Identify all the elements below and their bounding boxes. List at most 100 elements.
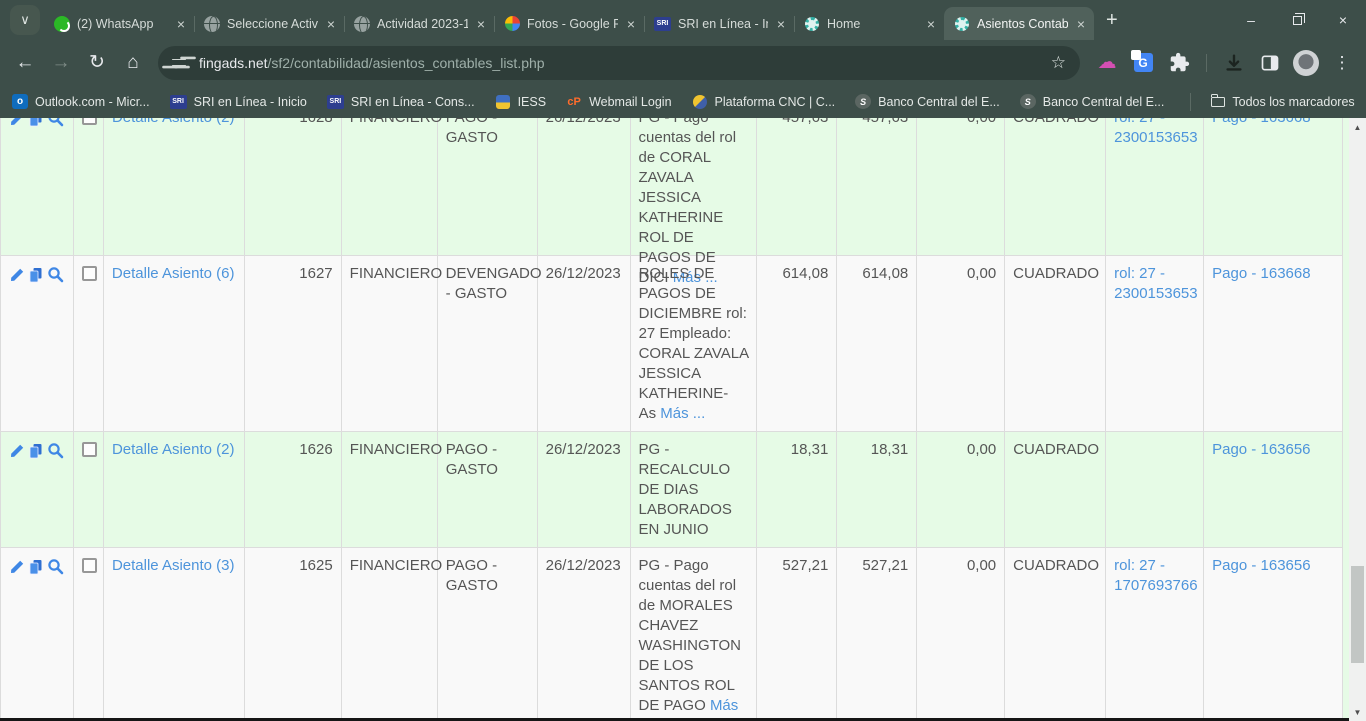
view-icon[interactable] (47, 266, 64, 283)
minimize-button[interactable]: – (1228, 0, 1274, 40)
copy-icon[interactable] (28, 443, 44, 459)
profile-avatar[interactable] (1291, 48, 1321, 78)
fecha: 26/12/2023 (538, 432, 631, 547)
bookmark-label: IESS (518, 95, 547, 109)
tab-label: Seleccione Activ (227, 17, 318, 31)
tab-close-icon[interactable]: × (1075, 17, 1087, 31)
bookmark-star-icon[interactable]: ☆ (1051, 53, 1066, 73)
bookmark-outlook[interactable]: o Outlook.com - Micr... (12, 94, 150, 109)
debe: 527,21 (757, 548, 837, 721)
window-controls: – × (1228, 0, 1366, 40)
tab-whatsapp[interactable]: (2) WhatsApp × (44, 7, 194, 40)
edit-icon[interactable] (9, 559, 25, 575)
detalle-asiento-link[interactable]: Detalle Asiento (3) (112, 557, 235, 574)
tab-close-icon[interactable]: × (775, 17, 787, 31)
close-button[interactable]: × (1320, 0, 1366, 40)
tab-search-button[interactable]: ∨ (10, 5, 40, 35)
pago-link[interactable]: Pago - 163668 (1212, 265, 1310, 282)
scrollbar-thumb[interactable] (1351, 566, 1364, 663)
bookmark-label: SRI en Línea - Inicio (194, 95, 307, 109)
home-button[interactable]: ⌂ (116, 46, 150, 80)
copy-icon[interactable] (28, 118, 44, 127)
outlook-icon: o (12, 94, 28, 109)
vertical-scrollbar[interactable]: ▲ ▼ (1349, 118, 1366, 721)
rol-link[interactable]: rol: 27 - 2300153653 (1114, 265, 1197, 302)
url-host: fingads.net (199, 55, 268, 71)
bookmark-banco-central-2[interactable]: S Banco Central del E... (1020, 94, 1165, 109)
fingads-icon (804, 16, 820, 32)
diferencia: 0,00 (917, 256, 1005, 431)
menu-kebab-icon[interactable]: ⋮ (1327, 48, 1357, 78)
edit-icon[interactable] (9, 267, 25, 283)
tab-asientos-contables-active[interactable]: Asientos Contab × (944, 7, 1094, 40)
view-icon[interactable] (47, 118, 64, 127)
iess-icon (495, 94, 511, 110)
scroll-down-icon[interactable]: ▼ (1349, 705, 1366, 719)
pago-link[interactable]: Pago - 163668 (1212, 118, 1310, 126)
downloads-icon[interactable] (1219, 48, 1249, 78)
bookmark-webmail[interactable]: cP Webmail Login (566, 94, 671, 110)
tab-seleccione-actividad[interactable]: Seleccione Activ × (194, 7, 344, 40)
copy-icon[interactable] (28, 559, 44, 575)
address-bar[interactable]: fingads.net/sf2/contabilidad/asientos_co… (158, 46, 1080, 80)
view-icon[interactable] (47, 558, 64, 575)
detalle-asiento-link[interactable]: Detalle Asiento (2) (112, 118, 235, 126)
reload-button[interactable]: ↻ (80, 46, 114, 80)
copy-icon[interactable] (28, 267, 44, 283)
chevron-down-icon: ∨ (20, 12, 30, 28)
descripcion: PG - RECALCULO DE DIAS LABORADOS EN JUNI… (639, 441, 732, 538)
fecha: 26/12/2023 (538, 256, 631, 431)
back-button[interactable]: ← (8, 46, 42, 80)
edit-icon[interactable] (9, 118, 25, 127)
bookmark-sri-consultas[interactable]: SRI SRI en Línea - Cons... (327, 95, 475, 109)
tab-home[interactable]: Home × (794, 7, 944, 40)
bookmark-sri-inicio[interactable]: SRI SRI en Línea - Inicio (170, 95, 307, 109)
tab-fotos-google[interactable]: Fotos - Google F × (494, 7, 644, 40)
rol-link[interactable]: rol: 27 - 2300153653 (1114, 118, 1197, 146)
mas-link[interactable]: Más ... (660, 405, 705, 422)
cloud-extension-icon[interactable]: ☁ (1092, 48, 1122, 78)
bookmark-label: Plataforma CNC | C... (715, 95, 836, 109)
bookmark-iess[interactable]: IESS (495, 94, 547, 110)
modulo: FINANCIERO (342, 256, 438, 431)
bookmarks-bar: o Outlook.com - Micr... SRI SRI en Línea… (0, 85, 1366, 118)
translate-icon[interactable]: G (1128, 48, 1158, 78)
rol-link[interactable]: rol: 27 - 1707693766 (1114, 557, 1197, 594)
debe: 614,08 (757, 256, 837, 431)
pago-link[interactable]: Pago - 163656 (1212, 441, 1310, 458)
tab-close-icon[interactable]: × (175, 17, 187, 31)
forward-button[interactable]: → (44, 46, 78, 80)
tab-close-icon[interactable]: × (925, 17, 937, 31)
url-text[interactable]: fingads.net/sf2/contabilidad/asientos_co… (199, 55, 1040, 71)
scroll-up-icon[interactable]: ▲ (1349, 120, 1366, 134)
tab-close-icon[interactable]: × (325, 17, 337, 31)
detalle-asiento-link[interactable]: Detalle Asiento (6) (112, 265, 235, 282)
browser-window: ∨ (2) WhatsApp × Seleccione Activ × Acti… (0, 0, 1366, 721)
new-tab-button[interactable]: + (1094, 9, 1130, 32)
detalle-asiento-link[interactable]: Detalle Asiento (2) (112, 441, 235, 458)
bookmark-banco-central-1[interactable]: S Banco Central del E... (855, 94, 1000, 109)
row-checkbox[interactable] (82, 442, 97, 457)
view-icon[interactable] (47, 442, 64, 459)
tab-close-icon[interactable]: × (475, 17, 487, 31)
numero-asiento: 1626 (245, 432, 342, 547)
tab-actividad-2023[interactable]: Actividad 2023-1 × (344, 7, 494, 40)
extensions-cluster: ☁ G ⋮ (1092, 48, 1357, 78)
restore-button[interactable] (1274, 0, 1320, 40)
side-panel-icon[interactable] (1255, 48, 1285, 78)
extensions-puzzle-icon[interactable] (1164, 48, 1194, 78)
bookmark-plataforma-cnc[interactable]: Plataforma CNC | C... (692, 94, 836, 110)
row-checkbox[interactable] (82, 118, 97, 125)
tab-close-icon[interactable]: × (625, 17, 637, 31)
numero-asiento: 1625 (245, 548, 342, 721)
tab-strip: ∨ (2) WhatsApp × Seleccione Activ × Acti… (0, 0, 1366, 40)
tab-sri-en-linea[interactable]: SRI SRI en Línea - In × (644, 7, 794, 40)
bookmark-label: Banco Central del E... (1043, 95, 1165, 109)
site-settings-icon[interactable] (172, 57, 188, 69)
edit-icon[interactable] (9, 443, 25, 459)
pago-link[interactable]: Pago - 163656 (1212, 557, 1310, 574)
row-checkbox[interactable] (82, 266, 97, 281)
row-checkbox[interactable] (82, 558, 97, 573)
all-bookmarks-button[interactable]: Todos los marcadores (1211, 95, 1354, 109)
estado-badge: CUADRADO (1005, 432, 1106, 547)
